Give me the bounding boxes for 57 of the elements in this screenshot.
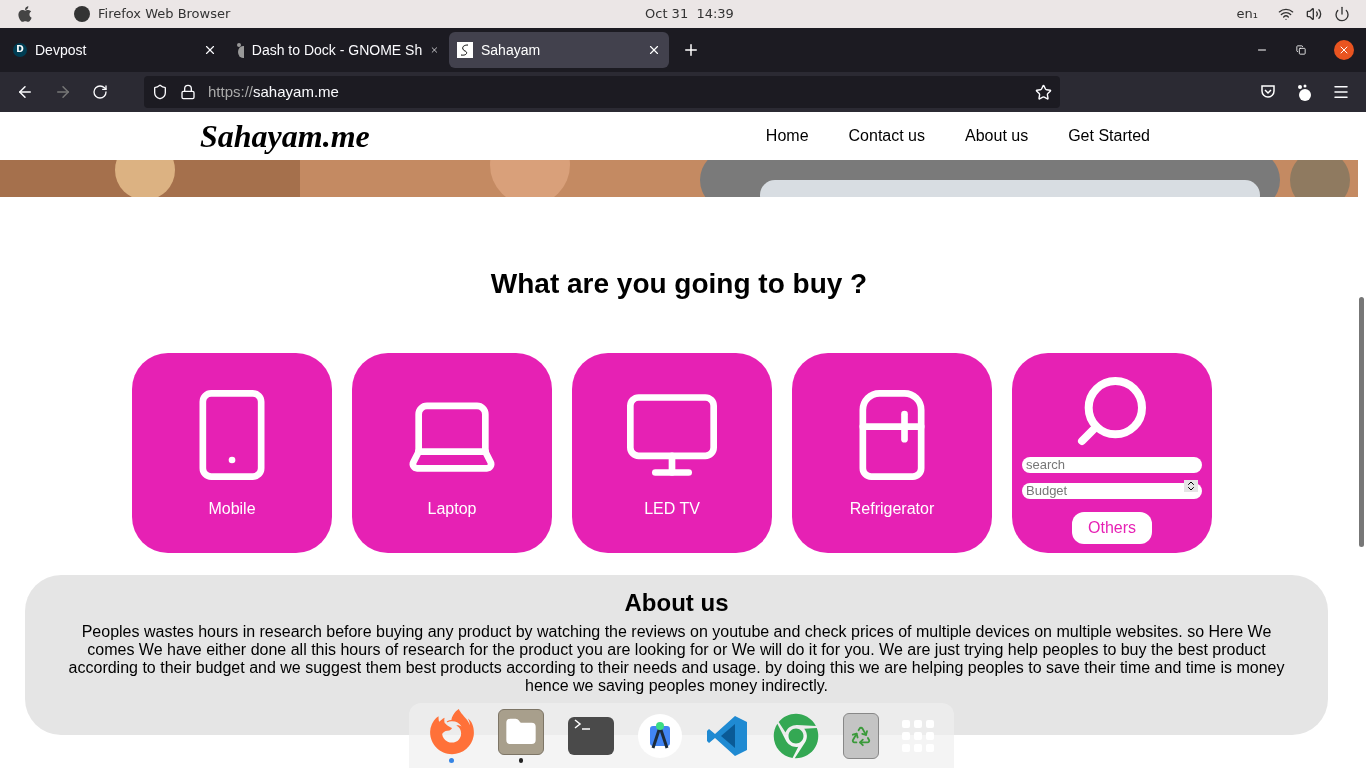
scrollbar-thumb[interactable] — [1359, 297, 1364, 547]
browser-icon[interactable] — [772, 712, 819, 759]
budget-field[interactable]: Budget — [1022, 482, 1202, 499]
clock[interactable]: Oct 31 14:39 — [645, 4, 734, 24]
logo-icon — [457, 42, 473, 58]
volume-icon[interactable] — [1306, 6, 1322, 22]
tab-title: Dash to Dock - GNOME Sh — [251, 40, 423, 60]
tab-title: Sahayam — [481, 40, 542, 60]
nav-link[interactable]: Contact us — [848, 124, 925, 148]
nav-link[interactable]: Home — [765, 124, 809, 148]
back-icon[interactable] — [16, 83, 34, 101]
forward-icon[interactable] — [54, 83, 72, 101]
nav-link[interactable]: About us — [965, 124, 1029, 148]
category-card[interactable]: Refrigerator — [792, 353, 992, 553]
site-logo[interactable]: Sahayam.me — [200, 112, 370, 160]
menu-icon[interactable] — [1332, 83, 1350, 101]
terminal-icon[interactable] — [568, 716, 615, 755]
category-label: Laptop — [427, 499, 477, 519]
bookmark-star-icon[interactable] — [1035, 83, 1052, 101]
search-field[interactable]: search — [1022, 457, 1202, 473]
category-card[interactable]: Laptop — [352, 353, 552, 553]
trash-icon[interactable] — [842, 712, 879, 759]
category-label: LED TV — [644, 499, 700, 519]
restore-icon[interactable] — [1296, 45, 1306, 55]
wifi-icon[interactable] — [1278, 6, 1294, 22]
about-text: Peoples wastes hours in research before buying any product by watching the reviews on youtube and check prices of multiple devices on multiple websites. so Here We comes We have either done all this hours of research for the product you are looking for or We will do it for you. We are just trying help peoples to buy the best product according to their budget and we suggest them best products according to their needs and usage. by doing this we are helping peoples to save their time and time is money hence we saving peoples money indirectly. — [67, 623, 1286, 695]
tab-title: Devpost — [35, 40, 88, 60]
category-card[interactable]: Mobile — [132, 353, 332, 553]
folder-icon[interactable] — [498, 708, 545, 755]
section-heading: What are you going to buy ? — [489, 267, 869, 301]
spinner-icon[interactable] — [1184, 480, 1198, 492]
keyboard-layout[interactable]: en₁ — [1236, 4, 1258, 24]
browser-tab[interactable]: D Devpost — [5, 32, 225, 68]
nav-link[interactable]: Get Started — [1068, 124, 1150, 148]
about-heading: About us — [623, 588, 730, 618]
pocket-icon[interactable] — [1260, 84, 1276, 100]
reload-icon[interactable] — [92, 84, 108, 100]
others-button[interactable]: Others — [1072, 512, 1152, 544]
browser-tab[interactable]: Sahayam — [449, 32, 669, 68]
code-editor-icon[interactable] — [705, 713, 750, 758]
shield-icon — [152, 84, 168, 100]
favicon: D — [13, 43, 27, 57]
app-name[interactable]: Firefox Web Browser — [98, 4, 231, 24]
new-tab-icon[interactable] — [682, 41, 700, 59]
footprint-icon[interactable] — [1296, 83, 1312, 101]
close-icon[interactable] — [203, 43, 217, 57]
url-text: https://sahayam.me — [208, 81, 340, 102]
footprint-icon — [235, 42, 244, 58]
power-icon[interactable] — [1334, 6, 1350, 22]
close-icon[interactable] — [647, 43, 661, 57]
category-card[interactable]: LED TV — [572, 353, 772, 553]
browser-tab[interactable]: Dash to Dock - GNOME Sh — [227, 32, 447, 68]
category-label: Refrigerator — [849, 499, 935, 519]
apple-icon[interactable] — [16, 5, 34, 23]
category-label: Mobile — [208, 499, 256, 519]
address-bar[interactable]: https://sahayam.me — [144, 76, 1060, 108]
lock-icon — [180, 84, 196, 100]
